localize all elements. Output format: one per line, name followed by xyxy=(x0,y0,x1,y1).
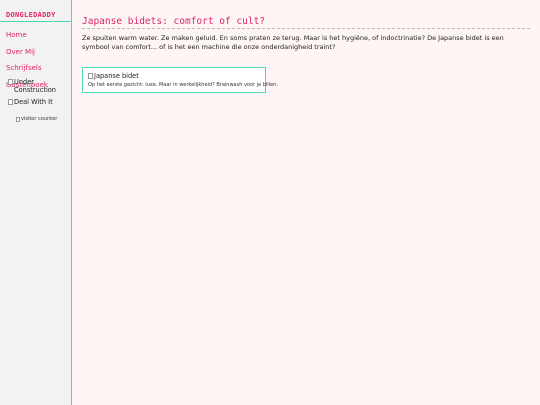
figure-caption: Op het eerste gezicht: luxe. Maar in wer… xyxy=(88,82,278,88)
title-divider xyxy=(82,28,530,29)
broken-image-icon xyxy=(8,79,13,85)
nav-item-home: Home xyxy=(6,27,48,40)
nav-link-over-mij[interactable]: Over Mij xyxy=(6,48,35,56)
site-title[interactable]: DONGLEDADDY xyxy=(6,11,56,19)
broken-image-icon xyxy=(88,73,93,79)
nav-item-over-mij: Over Mij xyxy=(6,44,48,57)
article-title: Japanse bidets: comfort of cult? xyxy=(82,16,266,27)
broken-image-icon xyxy=(8,99,13,105)
sidebar: DONGLEDADDY Home Over Mij Schrijfsels Ga… xyxy=(0,0,72,405)
visitor-counter-alt: visitor counter xyxy=(21,116,58,122)
article-figure: Japanse bidet Op het eerste gezicht: lux… xyxy=(82,67,278,93)
broken-image-icon xyxy=(16,116,20,122)
figure-image: Japanse bidet xyxy=(88,72,139,80)
visitor-counter: visitor counter xyxy=(16,116,57,122)
nav-link-schrijfsels[interactable]: Schrijfsels xyxy=(6,64,42,72)
article-intro: Ze spuiten warm water. Ze maken geluid. … xyxy=(82,34,504,51)
figure-image-alt: Japanse bidet xyxy=(94,72,139,80)
nav-item-schrijfsels: Schrijfsels xyxy=(6,60,48,73)
sidebar-divider xyxy=(0,21,72,22)
under-construction-badge: Under Construction xyxy=(8,78,58,94)
under-construction-alt: Under Construction xyxy=(14,78,56,94)
nav-link-home[interactable]: Home xyxy=(6,31,27,39)
deal-with-it-badge: Deal With It xyxy=(8,98,53,106)
deal-with-it-alt: Deal With It xyxy=(14,98,53,106)
